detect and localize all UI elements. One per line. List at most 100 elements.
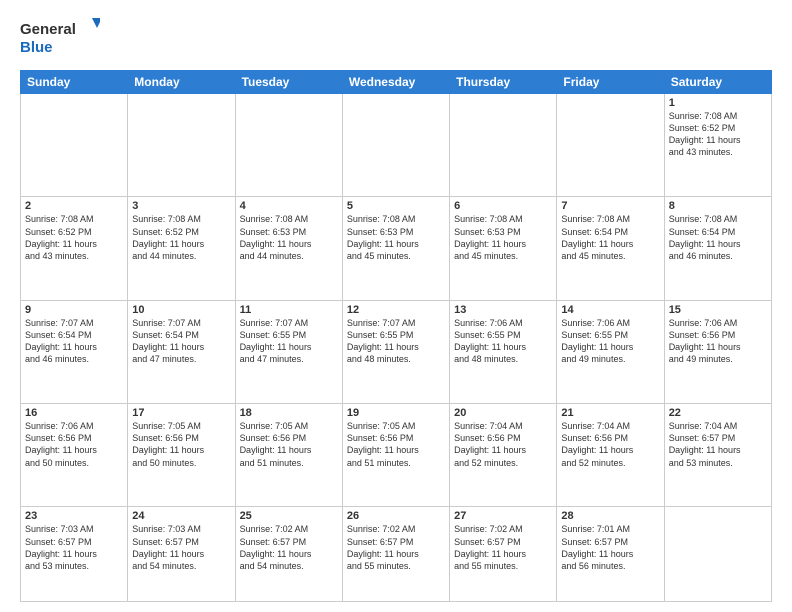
calendar-cell: 16Sunrise: 7:06 AM Sunset: 6:56 PM Dayli… (21, 404, 128, 507)
day-number: 10 (132, 304, 230, 316)
calendar-cell: 25Sunrise: 7:02 AM Sunset: 6:57 PM Dayli… (235, 507, 342, 602)
calendar-cell: 17Sunrise: 7:05 AM Sunset: 6:56 PM Dayli… (128, 404, 235, 507)
calendar-cell: 9Sunrise: 7:07 AM Sunset: 6:54 PM Daylig… (21, 300, 128, 403)
week-row-5: 23Sunrise: 7:03 AM Sunset: 6:57 PM Dayli… (21, 507, 772, 602)
logo-svg: General Blue (20, 16, 100, 60)
day-info: Sunrise: 7:08 AM Sunset: 6:53 PM Dayligh… (240, 213, 338, 262)
calendar-cell: 4Sunrise: 7:08 AM Sunset: 6:53 PM Daylig… (235, 197, 342, 300)
calendar-cell: 5Sunrise: 7:08 AM Sunset: 6:53 PM Daylig… (342, 197, 449, 300)
calendar-cell: 15Sunrise: 7:06 AM Sunset: 6:56 PM Dayli… (664, 300, 771, 403)
day-info: Sunrise: 7:06 AM Sunset: 6:56 PM Dayligh… (25, 420, 123, 469)
day-info: Sunrise: 7:08 AM Sunset: 6:52 PM Dayligh… (25, 213, 123, 262)
header-monday: Monday (128, 71, 235, 94)
calendar-cell: 24Sunrise: 7:03 AM Sunset: 6:57 PM Dayli… (128, 507, 235, 602)
day-number: 14 (561, 304, 659, 316)
day-number: 27 (454, 510, 552, 522)
day-info: Sunrise: 7:07 AM Sunset: 6:55 PM Dayligh… (347, 317, 445, 366)
day-number: 6 (454, 200, 552, 212)
header-saturday: Saturday (664, 71, 771, 94)
calendar-cell: 7Sunrise: 7:08 AM Sunset: 6:54 PM Daylig… (557, 197, 664, 300)
header-tuesday: Tuesday (235, 71, 342, 94)
day-number: 24 (132, 510, 230, 522)
day-info: Sunrise: 7:05 AM Sunset: 6:56 PM Dayligh… (347, 420, 445, 469)
day-info: Sunrise: 7:04 AM Sunset: 6:56 PM Dayligh… (454, 420, 552, 469)
day-info: Sunrise: 7:06 AM Sunset: 6:56 PM Dayligh… (669, 317, 767, 366)
day-number: 23 (25, 510, 123, 522)
calendar-cell: 1Sunrise: 7:08 AM Sunset: 6:52 PM Daylig… (664, 94, 771, 197)
week-row-4: 16Sunrise: 7:06 AM Sunset: 6:56 PM Dayli… (21, 404, 772, 507)
calendar-cell: 8Sunrise: 7:08 AM Sunset: 6:54 PM Daylig… (664, 197, 771, 300)
day-info: Sunrise: 7:08 AM Sunset: 6:53 PM Dayligh… (454, 213, 552, 262)
week-row-1: 1Sunrise: 7:08 AM Sunset: 6:52 PM Daylig… (21, 94, 772, 197)
day-number: 18 (240, 407, 338, 419)
day-number: 4 (240, 200, 338, 212)
calendar-cell (557, 94, 664, 197)
day-number: 20 (454, 407, 552, 419)
calendar-cell: 18Sunrise: 7:05 AM Sunset: 6:56 PM Dayli… (235, 404, 342, 507)
calendar-cell (128, 94, 235, 197)
header-sunday: Sunday (21, 71, 128, 94)
calendar-cell: 11Sunrise: 7:07 AM Sunset: 6:55 PM Dayli… (235, 300, 342, 403)
day-info: Sunrise: 7:04 AM Sunset: 6:56 PM Dayligh… (561, 420, 659, 469)
header-thursday: Thursday (450, 71, 557, 94)
calendar-cell: 12Sunrise: 7:07 AM Sunset: 6:55 PM Dayli… (342, 300, 449, 403)
day-number: 15 (669, 304, 767, 316)
day-info: Sunrise: 7:08 AM Sunset: 6:54 PM Dayligh… (669, 213, 767, 262)
calendar-cell: 22Sunrise: 7:04 AM Sunset: 6:57 PM Dayli… (664, 404, 771, 507)
calendar-cell: 28Sunrise: 7:01 AM Sunset: 6:57 PM Dayli… (557, 507, 664, 602)
calendar-cell (21, 94, 128, 197)
header-friday: Friday (557, 71, 664, 94)
day-info: Sunrise: 7:08 AM Sunset: 6:52 PM Dayligh… (132, 213, 230, 262)
day-number: 8 (669, 200, 767, 212)
day-number: 2 (25, 200, 123, 212)
calendar-cell: 20Sunrise: 7:04 AM Sunset: 6:56 PM Dayli… (450, 404, 557, 507)
week-row-2: 2Sunrise: 7:08 AM Sunset: 6:52 PM Daylig… (21, 197, 772, 300)
header: General Blue (20, 16, 772, 60)
day-info: Sunrise: 7:05 AM Sunset: 6:56 PM Dayligh… (132, 420, 230, 469)
day-info: Sunrise: 7:07 AM Sunset: 6:55 PM Dayligh… (240, 317, 338, 366)
day-number: 19 (347, 407, 445, 419)
day-number: 26 (347, 510, 445, 522)
day-info: Sunrise: 7:01 AM Sunset: 6:57 PM Dayligh… (561, 523, 659, 572)
calendar-table: SundayMondayTuesdayWednesdayThursdayFrid… (20, 70, 772, 602)
day-info: Sunrise: 7:02 AM Sunset: 6:57 PM Dayligh… (240, 523, 338, 572)
header-row: SundayMondayTuesdayWednesdayThursdayFrid… (21, 71, 772, 94)
day-info: Sunrise: 7:02 AM Sunset: 6:57 PM Dayligh… (347, 523, 445, 572)
day-info: Sunrise: 7:07 AM Sunset: 6:54 PM Dayligh… (132, 317, 230, 366)
day-number: 17 (132, 407, 230, 419)
day-number: 25 (240, 510, 338, 522)
day-number: 16 (25, 407, 123, 419)
calendar-cell: 19Sunrise: 7:05 AM Sunset: 6:56 PM Dayli… (342, 404, 449, 507)
day-number: 22 (669, 407, 767, 419)
day-info: Sunrise: 7:02 AM Sunset: 6:57 PM Dayligh… (454, 523, 552, 572)
calendar-cell: 6Sunrise: 7:08 AM Sunset: 6:53 PM Daylig… (450, 197, 557, 300)
day-info: Sunrise: 7:03 AM Sunset: 6:57 PM Dayligh… (25, 523, 123, 572)
header-wednesday: Wednesday (342, 71, 449, 94)
calendar-cell: 27Sunrise: 7:02 AM Sunset: 6:57 PM Dayli… (450, 507, 557, 602)
calendar-cell: 14Sunrise: 7:06 AM Sunset: 6:55 PM Dayli… (557, 300, 664, 403)
calendar-cell (450, 94, 557, 197)
calendar-cell (342, 94, 449, 197)
day-info: Sunrise: 7:03 AM Sunset: 6:57 PM Dayligh… (132, 523, 230, 572)
day-number: 3 (132, 200, 230, 212)
calendar-cell: 26Sunrise: 7:02 AM Sunset: 6:57 PM Dayli… (342, 507, 449, 602)
day-number: 11 (240, 304, 338, 316)
calendar-cell: 23Sunrise: 7:03 AM Sunset: 6:57 PM Dayli… (21, 507, 128, 602)
week-row-3: 9Sunrise: 7:07 AM Sunset: 6:54 PM Daylig… (21, 300, 772, 403)
calendar-cell: 13Sunrise: 7:06 AM Sunset: 6:55 PM Dayli… (450, 300, 557, 403)
day-info: Sunrise: 7:05 AM Sunset: 6:56 PM Dayligh… (240, 420, 338, 469)
day-info: Sunrise: 7:08 AM Sunset: 6:54 PM Dayligh… (561, 213, 659, 262)
day-number: 13 (454, 304, 552, 316)
logo: General Blue (20, 16, 100, 60)
day-info: Sunrise: 7:08 AM Sunset: 6:52 PM Dayligh… (669, 110, 767, 159)
day-info: Sunrise: 7:06 AM Sunset: 6:55 PM Dayligh… (561, 317, 659, 366)
calendar-cell (664, 507, 771, 602)
calendar-cell: 10Sunrise: 7:07 AM Sunset: 6:54 PM Dayli… (128, 300, 235, 403)
day-info: Sunrise: 7:04 AM Sunset: 6:57 PM Dayligh… (669, 420, 767, 469)
day-info: Sunrise: 7:07 AM Sunset: 6:54 PM Dayligh… (25, 317, 123, 366)
calendar-cell: 21Sunrise: 7:04 AM Sunset: 6:56 PM Dayli… (557, 404, 664, 507)
calendar-cell: 2Sunrise: 7:08 AM Sunset: 6:52 PM Daylig… (21, 197, 128, 300)
page: General Blue SundayMondayTuesdayWednesda… (0, 0, 792, 612)
calendar-cell (235, 94, 342, 197)
day-number: 1 (669, 97, 767, 109)
